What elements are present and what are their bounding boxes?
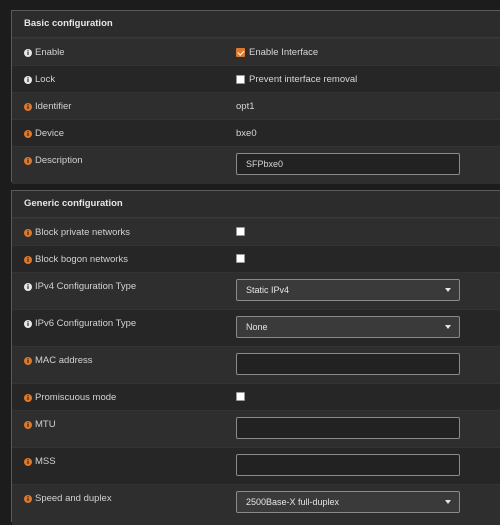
enable-row: i Enable Enable Interface [12, 38, 500, 65]
identifier-row: i Identifier opt1 [12, 92, 500, 119]
info-icon[interactable]: i [24, 393, 32, 402]
generic-configuration-header: Generic configuration [12, 191, 500, 218]
ipv6-type-value: None [246, 322, 268, 332]
speed-duplex-label: Speed and duplex [35, 493, 112, 504]
basic-configuration-panel: Basic configuration i Enable Enable Inte… [11, 10, 500, 184]
info-icon[interactable]: i [24, 457, 32, 466]
ipv6-type-select[interactable]: None [236, 316, 460, 338]
identifier-label: Identifier [35, 101, 72, 112]
enable-interface-label[interactable]: Enable Interface [249, 47, 318, 58]
ipv4-type-select[interactable]: Static IPv4 [236, 279, 460, 301]
caret-down-icon [445, 500, 451, 504]
block-bogon-label: Block bogon networks [35, 254, 128, 265]
description-row: i Description SFPbxe0 [12, 146, 500, 184]
ipv4-type-value: Static IPv4 [246, 285, 290, 295]
prevent-removal-label[interactable]: Prevent interface removal [249, 74, 357, 85]
promiscuous-checkbox[interactable] [236, 392, 245, 401]
info-icon[interactable]: i [24, 48, 32, 57]
info-icon[interactable]: i [24, 102, 32, 111]
mac-address-row: i MAC address [12, 346, 500, 383]
block-private-row: i Block private networks [12, 218, 500, 245]
basic-configuration-header: Basic configuration [12, 11, 500, 38]
mss-row: i MSS [12, 447, 500, 484]
mtu-row: i MTU [12, 410, 500, 447]
lock-label: Lock [35, 74, 56, 85]
info-icon[interactable]: i [24, 228, 32, 237]
device-row: i Device bxe0 [12, 119, 500, 146]
info-icon[interactable]: i [24, 356, 32, 365]
block-bogon-row: i Block bogon networks [12, 245, 500, 272]
speed-duplex-select[interactable]: 2500Base-X full-duplex [236, 491, 460, 513]
info-icon[interactable]: i [24, 319, 32, 328]
info-icon[interactable]: i [24, 156, 32, 165]
info-icon[interactable]: i [24, 255, 32, 264]
prevent-removal-checkbox[interactable] [236, 75, 245, 84]
info-icon[interactable]: i [24, 75, 32, 84]
block-private-checkbox[interactable] [236, 227, 245, 236]
caret-down-icon [445, 325, 451, 329]
mtu-label: MTU [35, 419, 56, 430]
info-icon[interactable]: i [24, 129, 32, 138]
ipv4-type-row: i IPv4 Configuration Type Static IPv4 [12, 272, 500, 309]
description-label: Description [35, 155, 83, 166]
device-value: bxe0 [236, 128, 257, 139]
info-icon[interactable]: i [24, 494, 32, 503]
promiscuous-label: Promiscuous mode [35, 392, 117, 403]
speed-duplex-row: i Speed and duplex 2500Base-X full-duple… [12, 484, 500, 525]
ipv4-type-label: IPv4 Configuration Type [35, 281, 137, 292]
promiscuous-row: i Promiscuous mode [12, 383, 500, 410]
device-label: Device [35, 128, 65, 139]
generic-configuration-panel: Generic configuration i Block private ne… [11, 190, 500, 525]
mtu-input[interactable] [236, 417, 460, 439]
ipv6-type-label: IPv6 Configuration Type [35, 318, 137, 329]
mac-address-input[interactable] [236, 353, 460, 375]
enable-label: Enable [35, 47, 65, 58]
identifier-value: opt1 [236, 101, 255, 112]
block-private-label: Block private networks [35, 227, 131, 238]
lock-row: i Lock Prevent interface removal [12, 65, 500, 92]
speed-duplex-value: 2500Base-X full-duplex [246, 497, 340, 507]
mac-address-label: MAC address [35, 355, 93, 366]
enable-interface-checkbox[interactable] [236, 48, 245, 57]
mss-input[interactable] [236, 454, 460, 476]
caret-down-icon [445, 288, 451, 292]
description-input[interactable]: SFPbxe0 [236, 153, 460, 175]
info-icon[interactable]: i [24, 420, 32, 429]
info-icon[interactable]: i [24, 282, 32, 291]
mss-label: MSS [35, 456, 56, 467]
ipv6-type-row: i IPv6 Configuration Type None [12, 309, 500, 346]
block-bogon-checkbox[interactable] [236, 254, 245, 263]
